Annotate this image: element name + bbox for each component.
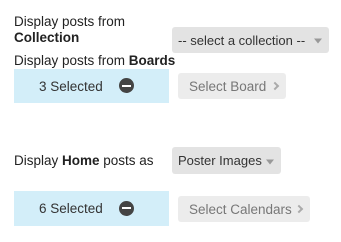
boards-selected-text: 3 Selected xyxy=(39,78,103,94)
minus-circle-icon[interactable] xyxy=(119,78,134,93)
collection-label-bold: Collection xyxy=(14,30,80,45)
collection-label: Display posts from Collection xyxy=(14,14,125,46)
collection-select[interactable]: -- select a collection -- xyxy=(172,27,329,53)
boards-selected-count[interactable]: 3 Selected xyxy=(14,69,169,103)
boards-label-bold: Boards xyxy=(128,53,176,68)
chevron-down-icon xyxy=(314,38,322,44)
calendars-selected-count[interactable]: 6 Selected xyxy=(14,191,169,226)
collection-select-value: -- select a collection -- xyxy=(178,32,306,48)
boards-label-prefix: Display posts from xyxy=(14,53,129,68)
home-display-select[interactable]: Poster Images xyxy=(172,147,281,174)
home-label-prefix: Display xyxy=(14,153,63,168)
boards-label: Display posts from Boards xyxy=(14,53,175,69)
home-label: Display Home posts as xyxy=(14,153,154,169)
select-board-button[interactable]: Select Board xyxy=(178,73,286,99)
collection-label-prefix: Display posts from xyxy=(14,14,126,29)
home-label-suffix: posts as xyxy=(99,153,154,168)
select-calendars-button[interactable]: Select Calendars xyxy=(178,196,310,222)
minus-circle-icon[interactable] xyxy=(119,200,134,216)
select-board-label: Select Board xyxy=(189,78,267,94)
chevron-right-icon xyxy=(270,81,280,91)
chevron-down-icon xyxy=(266,159,274,164)
home-display-select-value: Poster Images xyxy=(178,153,262,168)
chevron-right-icon xyxy=(294,204,304,214)
calendars-selected-text: 6 Selected xyxy=(39,201,103,216)
select-calendars-label: Select Calendars xyxy=(189,201,292,217)
home-label-bold: Home xyxy=(62,153,100,168)
